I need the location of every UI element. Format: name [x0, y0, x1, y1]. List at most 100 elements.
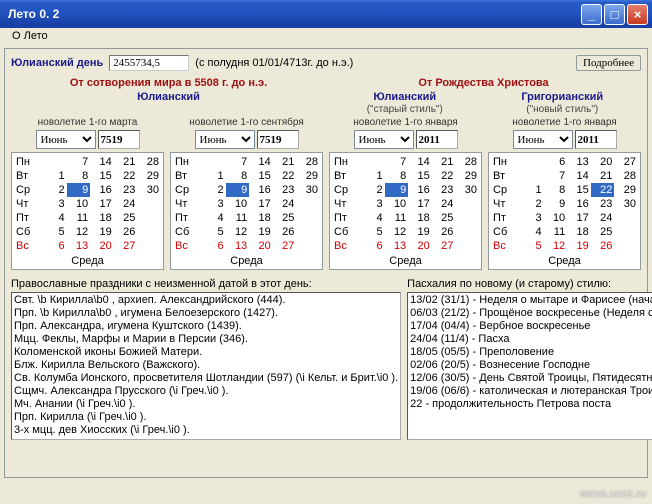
day-cell[interactable]: 2	[43, 183, 66, 197]
jd-input[interactable]	[109, 55, 189, 71]
day-cell[interactable]: 3	[202, 197, 225, 211]
day-cell[interactable]	[520, 169, 543, 183]
day-cell[interactable]: 19	[408, 225, 432, 239]
day-cell[interactable]: 15	[90, 169, 114, 183]
day-cell[interactable]: 4	[202, 211, 225, 225]
day-cell[interactable]: 9	[226, 183, 250, 197]
day-cell[interactable]: 5	[202, 225, 225, 239]
day-cell[interactable]: 16	[567, 197, 591, 211]
day-cell[interactable]: 10	[67, 197, 91, 211]
list-item[interactable]: Прп. Кирилла (\i Греч.\i0 ).	[14, 411, 398, 424]
day-cell[interactable]: 14	[249, 155, 273, 169]
list-item[interactable]: Прп. Александра, игумена Куштского (1439…	[14, 320, 398, 333]
day-cell[interactable]	[455, 225, 479, 239]
day-cell[interactable]: 15	[567, 183, 591, 197]
day-cell[interactable]: 30	[296, 183, 320, 197]
day-cell[interactable]: 25	[432, 211, 456, 225]
year-input[interactable]	[257, 130, 299, 149]
day-cell[interactable]: 11	[544, 225, 568, 239]
day-cell[interactable]: 19	[90, 225, 114, 239]
day-cell[interactable]: 24	[432, 197, 456, 211]
list-item[interactable]: Сщмч. Александра Прусского (\i Греч.\i0 …	[14, 385, 398, 398]
day-cell[interactable]: 22	[114, 169, 138, 183]
day-cell[interactable]: 13	[567, 155, 591, 169]
day-cell[interactable]	[296, 225, 320, 239]
day-cell[interactable]: 2	[202, 183, 225, 197]
day-cell[interactable]: 18	[249, 211, 273, 225]
list-item[interactable]: Мч. Анании (\i Греч.\i0 ).	[14, 398, 398, 411]
day-cell[interactable]	[137, 239, 161, 253]
day-cell[interactable]: 12	[226, 225, 250, 239]
day-cell[interactable]: 5	[520, 239, 543, 253]
day-cell[interactable]: 22	[273, 169, 297, 183]
month-select[interactable]: Июнь	[36, 130, 96, 149]
minimize-button[interactable]: _	[581, 4, 602, 25]
day-cell[interactable]: 14	[408, 155, 432, 169]
day-cell[interactable]: 18	[90, 211, 114, 225]
day-cell[interactable]: 2	[520, 197, 543, 211]
day-cell[interactable]: 20	[591, 155, 615, 169]
day-cell[interactable]: 23	[273, 183, 297, 197]
day-cell[interactable]	[455, 239, 479, 253]
list-item[interactable]: Свт. \b Кирилла\b0 , архиеп. Александрий…	[14, 294, 398, 307]
list-item[interactable]: Мцц. Феклы, Марфы и Марии в Персии (346)…	[14, 333, 398, 346]
day-cell[interactable]	[614, 211, 638, 225]
day-cell[interactable]: 15	[249, 169, 273, 183]
day-cell[interactable]: 4	[361, 211, 384, 225]
day-cell[interactable]: 6	[361, 239, 384, 253]
day-cell[interactable]: 21	[273, 155, 297, 169]
day-cell[interactable]	[137, 197, 161, 211]
day-cell[interactable]: 29	[614, 183, 638, 197]
day-cell[interactable]: 4	[520, 225, 543, 239]
details-button[interactable]: Подробнее	[576, 55, 641, 71]
day-cell[interactable]: 25	[591, 225, 615, 239]
day-cell[interactable]: 8	[67, 169, 91, 183]
day-cell[interactable]: 20	[249, 239, 273, 253]
day-cell[interactable]: 12	[67, 225, 91, 239]
day-cell[interactable]: 19	[249, 225, 273, 239]
day-cell[interactable]	[296, 239, 320, 253]
day-cell[interactable]: 1	[43, 169, 66, 183]
day-cell[interactable]: 8	[226, 169, 250, 183]
day-cell[interactable]: 30	[455, 183, 479, 197]
day-cell[interactable]: 25	[273, 211, 297, 225]
day-cell[interactable]	[137, 211, 161, 225]
day-cell[interactable]: 7	[226, 155, 250, 169]
day-cell[interactable]	[361, 155, 384, 169]
list-item[interactable]: 19/06 (06/6) - католическая и лютеранска…	[410, 385, 652, 398]
day-cell[interactable]	[202, 155, 225, 169]
year-input[interactable]	[98, 130, 140, 149]
day-cell[interactable]: 22	[591, 183, 615, 197]
day-cell[interactable]: 1	[520, 183, 543, 197]
day-cell[interactable]: 8	[385, 169, 409, 183]
day-cell[interactable]: 29	[296, 169, 320, 183]
day-cell[interactable]: 3	[520, 211, 543, 225]
day-cell[interactable]: 6	[43, 239, 66, 253]
list-item[interactable]: 3-х мцц. дев Хиосских (\i Греч.\i0 ).	[14, 424, 398, 437]
day-cell[interactable]: 26	[591, 239, 615, 253]
list-item[interactable]: Коломенской иконы Божией Матери.	[14, 346, 398, 359]
day-cell[interactable]: 29	[137, 169, 161, 183]
day-cell[interactable]: 10	[385, 197, 409, 211]
list-item[interactable]: 02/06 (20/5) - Вознесение Господне	[410, 359, 652, 372]
day-cell[interactable]: 17	[90, 197, 114, 211]
list-item[interactable]: 18/05 (05/5) - Преполовение	[410, 346, 652, 359]
day-cell[interactable]: 10	[226, 197, 250, 211]
year-input[interactable]	[416, 130, 458, 149]
day-cell[interactable]: 18	[567, 225, 591, 239]
day-cell[interactable]: 30	[137, 183, 161, 197]
day-cell[interactable]	[520, 155, 543, 169]
month-select[interactable]: Июнь	[354, 130, 414, 149]
day-cell[interactable]: 21	[114, 155, 138, 169]
day-cell[interactable]: 12	[544, 239, 568, 253]
day-cell[interactable]: 21	[432, 155, 456, 169]
day-cell[interactable]: 13	[385, 239, 409, 253]
day-cell[interactable]: 9	[67, 183, 91, 197]
close-button[interactable]: ×	[627, 4, 648, 25]
day-cell[interactable]: 23	[114, 183, 138, 197]
day-cell[interactable]: 16	[90, 183, 114, 197]
list-item[interactable]: 24/04 (11/4) - Пасха	[410, 333, 652, 346]
day-cell[interactable]: 7	[544, 169, 568, 183]
day-cell[interactable]: 28	[455, 155, 479, 169]
day-cell[interactable]: 14	[90, 155, 114, 169]
